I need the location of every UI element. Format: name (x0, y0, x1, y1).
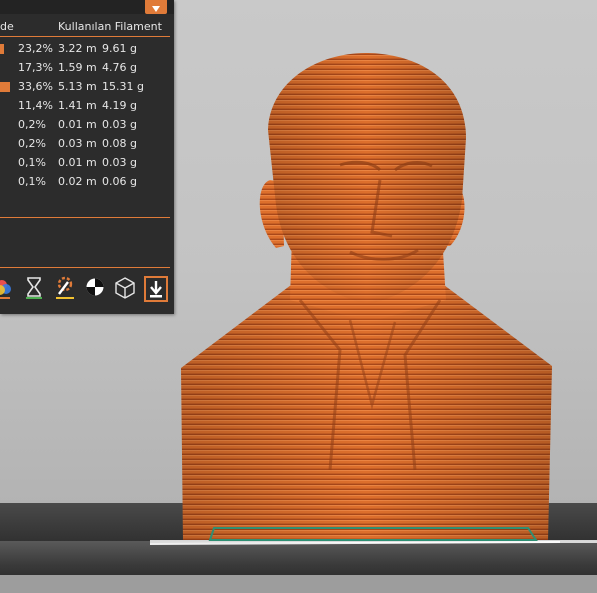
weight-cell: 4.76 g (102, 61, 137, 74)
toolbar-divider (0, 267, 170, 268)
length-cell: 0.01 m (58, 118, 97, 131)
paint-view-button[interactable] (54, 276, 76, 302)
table-row[interactable]: 0,2% 0.01 m 0.03 g (0, 118, 174, 137)
table-row[interactable]: 0,1% 0.02 m 0.06 g (0, 175, 174, 194)
percent-cell: 0,2% (18, 118, 46, 131)
table-row[interactable]: 17,3% 1.59 m 4.76 g (0, 61, 174, 80)
length-cell: 1.59 m (58, 61, 97, 74)
export-button[interactable] (144, 276, 168, 302)
percent-cell: 33,6% (18, 80, 53, 93)
length-cell: 5.13 m (58, 80, 97, 93)
table-row[interactable]: 23,2% 3.22 m 9.61 g (0, 42, 174, 61)
header-divider (0, 36, 170, 37)
table-header: de Kullanılan Filament (0, 20, 174, 36)
view-toolbar (0, 276, 174, 304)
percent-cell: 0,1% (18, 175, 46, 188)
table-row[interactable]: 0,1% 0.01 m 0.03 g (0, 156, 174, 175)
weight-cell: 0.06 g (102, 175, 137, 188)
percent-cell: 11,4% (18, 99, 53, 112)
percent-cell: 0,1% (18, 156, 46, 169)
weight-cell: 0.03 g (102, 156, 137, 169)
percent-cell: 0,2% (18, 137, 46, 150)
length-cell: 0.01 m (58, 156, 97, 169)
color-swatch (0, 44, 4, 54)
length-cell: 1.41 m (58, 99, 97, 112)
length-cell: 0.02 m (58, 175, 97, 188)
column-header-filament: Kullanılan Filament (58, 20, 162, 33)
color-wheel-icon (0, 276, 16, 300)
export-icon (144, 276, 168, 302)
time-view-button[interactable] (24, 276, 46, 302)
percent-cell: 23,2% (18, 42, 53, 55)
wireframe-view-button[interactable] (114, 276, 136, 302)
length-cell: 3.22 m (58, 42, 97, 55)
column-header-feature: de (0, 20, 14, 33)
weight-cell: 9.61 g (102, 42, 137, 55)
cube-icon (114, 276, 136, 300)
filament-usage-panel: de Kullanılan Filament 23,2% 3.22 m 9.61… (0, 0, 174, 314)
color-swatch (0, 82, 10, 92)
weight-cell: 4.19 g (102, 99, 137, 112)
weight-cell: 15.31 g (102, 80, 144, 93)
contrast-view-button[interactable] (84, 276, 106, 302)
half-circle-icon (84, 276, 106, 300)
percent-cell: 17,3% (18, 61, 53, 74)
paint-icon (54, 276, 76, 300)
table-row[interactable]: 11,4% 1.41 m 4.19 g (0, 99, 174, 118)
table-row[interactable]: 33,6% 5.13 m 15.31 g (0, 80, 174, 99)
chevron-down-icon (151, 0, 161, 17)
hourglass-icon (24, 276, 46, 300)
panel-dropdown-button[interactable] (145, 0, 167, 14)
weight-cell: 0.08 g (102, 137, 137, 150)
length-cell: 0.03 m (58, 137, 97, 150)
color-view-button[interactable] (0, 276, 16, 302)
section-divider (0, 217, 170, 218)
table-row[interactable]: 0,2% 0.03 m 0.08 g (0, 137, 174, 156)
weight-cell: 0.03 g (102, 118, 137, 131)
